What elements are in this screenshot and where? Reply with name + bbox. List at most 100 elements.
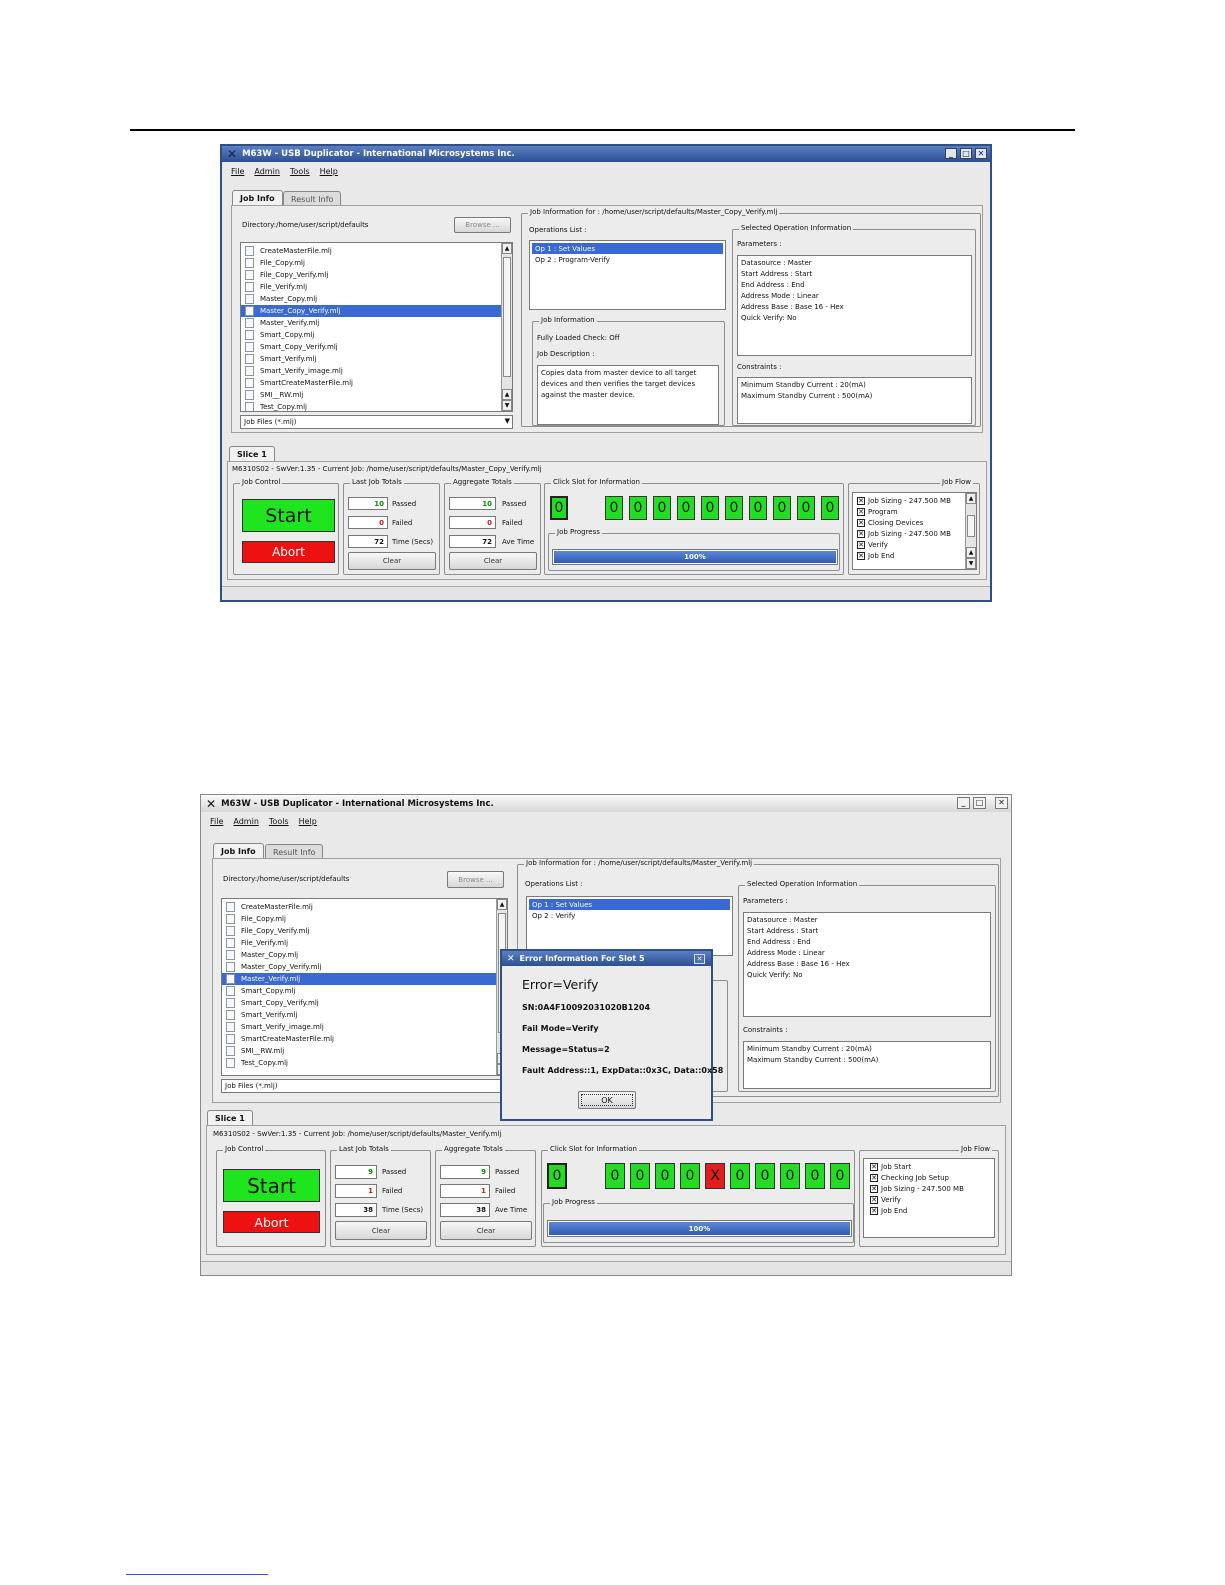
slot-fail-button[interactable]: X: [705, 1163, 725, 1189]
file-list-item[interactable]: Master_Verify.mlj: [222, 973, 507, 985]
slot-button[interactable]: 0: [805, 1163, 825, 1189]
file-list[interactable]: CreateMasterFile.mlj File_Copy.mlj File_Co…: [240, 242, 513, 412]
close-icon[interactable]: ✕: [975, 148, 987, 159]
menu-help[interactable]: Help: [299, 817, 317, 826]
file-list-item[interactable]: Smart_Copy.mlj: [241, 329, 512, 341]
slot-button[interactable]: 0: [725, 496, 743, 520]
file-list-item[interactable]: Master_Verify.mlj: [241, 317, 512, 329]
operations-list[interactable]: Op 1 : Set Values Op 2 : Verify: [526, 896, 733, 956]
slot-button[interactable]: 0: [830, 1163, 850, 1189]
tab-result-info[interactable]: Result Info: [265, 844, 324, 859]
start-button[interactable]: Start: [223, 1169, 320, 1202]
slot-button[interactable]: 0: [680, 1163, 700, 1189]
file-list-item[interactable]: SMI__RW.mlj: [222, 1045, 507, 1057]
file-list-item[interactable]: Smart_Verify.mlj: [222, 1009, 507, 1021]
file-list-item[interactable]: File_Copy.mlj: [222, 913, 507, 925]
menu-tools[interactable]: Tools: [269, 817, 289, 826]
file-list-item[interactable]: SmartCreateMasterFile.mlj: [222, 1033, 507, 1045]
file-list-item[interactable]: Smart_Verify.mlj: [241, 353, 512, 365]
file-list-item[interactable]: Master_Copy_Verify.mlj: [222, 961, 507, 973]
clear-button[interactable]: Clear: [440, 1221, 532, 1240]
file-filter-select[interactable]: Job Files (*.mlj) ▼: [240, 415, 513, 429]
menu-admin[interactable]: Admin: [233, 817, 259, 826]
slot-button[interactable]: 0: [755, 1163, 775, 1189]
menu-admin[interactable]: Admin: [254, 167, 280, 176]
clear-button[interactable]: Clear: [348, 552, 436, 570]
file-list-scrollbar[interactable]: ▲ ▲ ▼: [501, 243, 512, 411]
file-list-item[interactable]: File_Verify.mlj: [241, 281, 512, 293]
menu-file[interactable]: File: [210, 817, 223, 826]
minimize-icon[interactable]: _: [945, 148, 957, 159]
file-list-item[interactable]: Smart_Verify_image.mlj: [241, 365, 512, 377]
slot-button[interactable]: 0: [655, 1163, 675, 1189]
file-list-item[interactable]: Test_Copy.mlj: [222, 1057, 507, 1069]
operation-item[interactable]: Op 2 : Program-Verify: [532, 254, 723, 265]
file-list-item[interactable]: Master_Copy.mlj: [222, 949, 507, 961]
scroll-up-icon[interactable]: ▲: [966, 493, 976, 504]
tab-slice-1[interactable]: Slice 1: [207, 1110, 253, 1125]
file-list[interactable]: CreateMasterFile.mlj File_Copy.mlj File_Co…: [221, 898, 508, 1076]
ok-button[interactable]: OK: [578, 1091, 636, 1109]
slot-button[interactable]: 0: [749, 496, 767, 520]
tab-result-info[interactable]: Result Info: [283, 191, 342, 206]
tab-slice-1[interactable]: Slice 1: [229, 446, 275, 461]
clear-button[interactable]: Clear: [335, 1221, 427, 1240]
slot-button[interactable]: 0: [653, 496, 671, 520]
scroll-down-icon[interactable]: ▼: [502, 400, 512, 411]
tab-job-info[interactable]: Job Info: [232, 190, 283, 205]
slot-button[interactable]: 0: [629, 496, 647, 520]
slot-button[interactable]: 0: [677, 496, 695, 520]
file-list-item[interactable]: File_Verify.mlj: [222, 937, 507, 949]
file-list-item[interactable]: CreateMasterFile.mlj: [241, 245, 512, 257]
abort-button[interactable]: Abort: [242, 541, 335, 563]
file-list-item[interactable]: Smart_Copy.mlj: [222, 985, 507, 997]
scroll-up-icon[interactable]: ▲: [502, 389, 512, 400]
slot-button[interactable]: 0: [730, 1163, 750, 1189]
file-list-item[interactable]: File_Copy.mlj: [241, 257, 512, 269]
slot-button[interactable]: 0: [547, 1163, 567, 1189]
file-filter-select[interactable]: Job Files (*.mlj): [221, 1079, 508, 1093]
scroll-thumb[interactable]: [503, 257, 511, 377]
slot-button[interactable]: 0: [701, 496, 719, 520]
scroll-down-icon[interactable]: ▼: [966, 558, 976, 569]
maximize-icon[interactable]: □: [973, 797, 986, 809]
slot-button[interactable]: 0: [550, 496, 568, 520]
file-list-item[interactable]: SmartCreateMasterFile.mlj: [241, 377, 512, 389]
operation-item[interactable]: Op 2 : Verify: [529, 910, 730, 921]
scroll-up-icon[interactable]: ▲: [966, 547, 976, 558]
operations-list[interactable]: Op 1 : Set Values Op 2 : Program-Verify: [529, 240, 726, 310]
scroll-up-icon[interactable]: ▲: [497, 899, 507, 910]
slot-button[interactable]: 0: [630, 1163, 650, 1189]
browse-button[interactable]: Browse ...: [454, 217, 511, 233]
tab-job-info[interactable]: Job Info: [213, 843, 264, 858]
operation-item[interactable]: Op 1 : Set Values: [529, 899, 730, 910]
maximize-icon[interactable]: □: [960, 148, 972, 159]
scroll-thumb[interactable]: [967, 515, 975, 537]
file-list-item[interactable]: File_Copy_Verify.mlj: [222, 925, 507, 937]
file-list-item[interactable]: Master_Copy_Verify.mlj: [241, 305, 512, 317]
menu-help[interactable]: Help: [320, 167, 338, 176]
close-icon[interactable]: ✕: [995, 797, 1008, 809]
slot-button[interactable]: 0: [605, 496, 623, 520]
clear-button[interactable]: Clear: [449, 552, 537, 570]
start-button[interactable]: Start: [242, 499, 335, 532]
slot-button[interactable]: 0: [780, 1163, 800, 1189]
file-list-item[interactable]: Master_Copy.mlj: [241, 293, 512, 305]
minimize-icon[interactable]: _: [957, 797, 970, 809]
slot-button[interactable]: 0: [821, 496, 839, 520]
slot-button[interactable]: 0: [773, 496, 791, 520]
file-list-item[interactable]: SMI__RW.mlj: [241, 389, 512, 401]
slot-button[interactable]: 0: [605, 1163, 625, 1189]
file-list-item[interactable]: File_Copy_Verify.mlj: [241, 269, 512, 281]
file-list-item[interactable]: Smart_Copy_Verify.mlj: [222, 997, 507, 1009]
abort-button[interactable]: Abort: [223, 1211, 320, 1233]
operation-item[interactable]: Op 1 : Set Values: [532, 243, 723, 254]
close-icon[interactable]: ✕: [694, 954, 705, 964]
menu-tools[interactable]: Tools: [290, 167, 310, 176]
job-flow-scrollbar[interactable]: ▲ ▲ ▼: [965, 493, 976, 569]
scroll-up-icon[interactable]: ▲: [502, 243, 512, 254]
browse-button[interactable]: Browse ...: [447, 871, 504, 888]
file-list-item[interactable]: Smart_Copy_Verify.mlj: [241, 341, 512, 353]
file-list-item[interactable]: Smart_Verify_image.mlj: [222, 1021, 507, 1033]
file-list-item[interactable]: Test_Copy.mlj: [241, 401, 512, 411]
